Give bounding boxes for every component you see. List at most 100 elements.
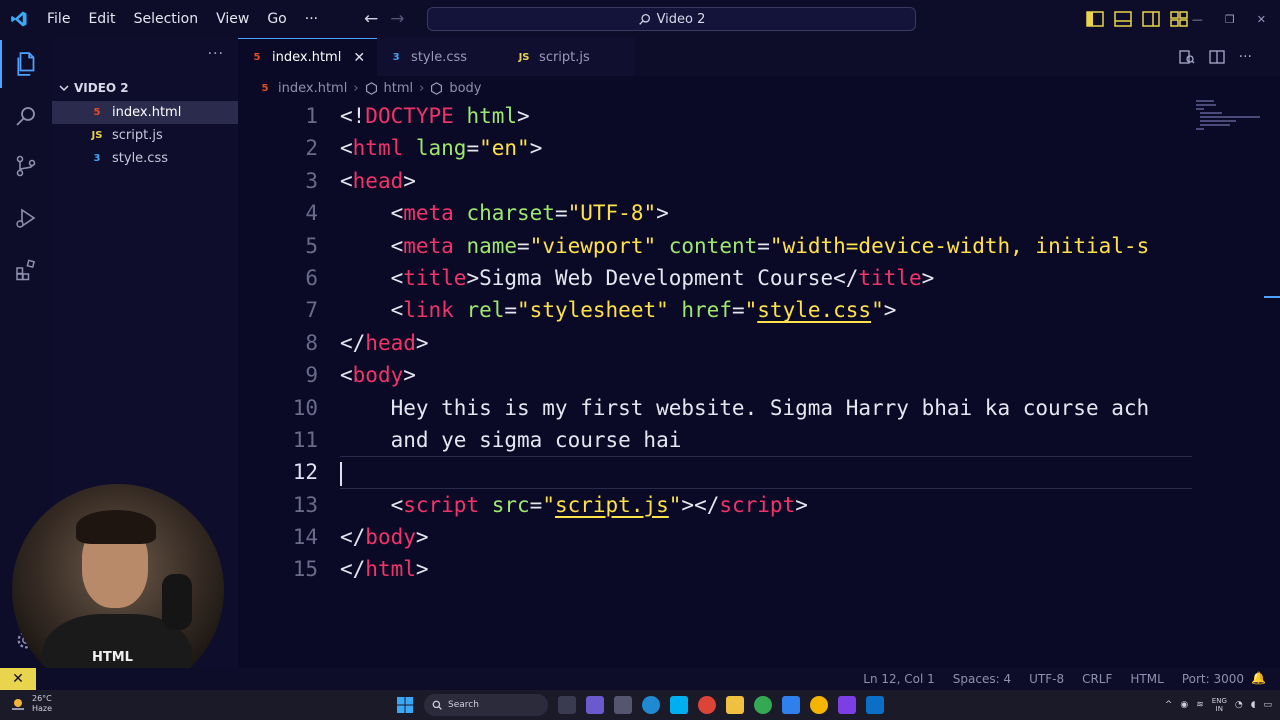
weather-widget[interactable]: 26°C Haze xyxy=(10,694,52,714)
maximize-button[interactable]: ❐ xyxy=(1225,13,1235,26)
toggle-panel-icon[interactable] xyxy=(1114,11,1132,27)
vscode-logo-icon xyxy=(0,0,38,38)
webcam-microphone xyxy=(162,574,192,630)
wifi-icon[interactable]: ≋ xyxy=(1196,700,1204,710)
windows-start-icon[interactable] xyxy=(396,696,414,714)
file-index-html[interactable]: 5 index.html xyxy=(52,101,238,124)
code-token: "width=device-width, initial-s xyxy=(769,233,1150,258)
language-mode[interactable]: HTML xyxy=(1130,672,1163,686)
breadcrumb-separator: › xyxy=(419,80,425,96)
code-line: <meta charset="UTF-8"> xyxy=(340,197,1192,229)
layout-controls xyxy=(1086,0,1188,38)
chrome-canary-icon[interactable] xyxy=(810,696,828,714)
notifications-bell-icon[interactable]: 🔔 xyxy=(1251,671,1266,685)
code-token: < xyxy=(340,363,353,388)
run-debug-activity[interactable] xyxy=(0,194,52,242)
code-line: </body> xyxy=(340,521,1192,553)
network-icon[interactable]: ◔ xyxy=(1235,700,1243,710)
windows-taskbar: 26°C Haze Search ^ ◉ ≋ ENG IN ◔ ◖ ▭ xyxy=(0,690,1280,720)
folder-video-2[interactable]: VIDEO 2 xyxy=(52,78,238,98)
explorer-more-actions[interactable]: ··· xyxy=(208,46,224,62)
code-link-script-js[interactable]: script.js xyxy=(555,493,669,517)
menu-view[interactable]: View xyxy=(207,11,258,27)
chrome-icon[interactable] xyxy=(698,696,716,714)
code-editor[interactable]: 1 2 3 4 5 6 7 8 9 10 11 12 13 14 15 <!DO… xyxy=(238,100,1192,668)
file-encoding[interactable]: UTF-8 xyxy=(1029,672,1064,686)
status-right-items: Ln 12, Col 1 Spaces: 4 UTF-8 CRLF HTML P… xyxy=(863,668,1244,690)
code-link-style-css[interactable]: style.css xyxy=(757,298,871,322)
customize-layout-icon[interactable] xyxy=(1170,11,1188,27)
editor-more-actions[interactable]: ··· xyxy=(1239,49,1252,65)
file-style-css[interactable]: 3 style.css xyxy=(52,147,238,170)
indentation[interactable]: Spaces: 4 xyxy=(953,672,1011,686)
teams-icon[interactable] xyxy=(586,696,604,714)
battery-icon[interactable]: ▭ xyxy=(1263,700,1272,710)
line-number-gutter: 1 2 3 4 5 6 7 8 9 10 11 12 13 14 15 xyxy=(238,100,318,586)
minimap-line xyxy=(1200,124,1230,126)
html-file-icon: 5 xyxy=(93,107,101,118)
vscode-taskbar-icon[interactable] xyxy=(866,696,884,714)
end-of-line[interactable]: CRLF xyxy=(1082,672,1112,686)
todo-icon[interactable] xyxy=(782,696,800,714)
minimize-button[interactable]: — xyxy=(1192,13,1203,26)
menu-go[interactable]: Go xyxy=(258,11,295,27)
close-window-button[interactable]: ✕ xyxy=(1257,13,1266,26)
task-view-icon[interactable] xyxy=(558,696,576,714)
toggle-secondary-sidebar-icon[interactable] xyxy=(1142,11,1160,27)
file-explorer-icon[interactable] xyxy=(726,696,744,714)
code-token: body xyxy=(365,525,416,550)
input-language[interactable]: ENG IN xyxy=(1212,697,1227,713)
code-token: < xyxy=(340,168,353,193)
breadcrumb-file[interactable]: index.html xyxy=(278,81,347,96)
code-line: </head> xyxy=(340,327,1192,359)
line-number: 10 xyxy=(292,395,318,420)
breadcrumb-body[interactable]: body xyxy=(449,81,481,96)
code-token: head xyxy=(365,330,416,355)
menu-more[interactable]: ··· xyxy=(296,11,327,27)
region-code: IN xyxy=(1215,705,1223,713)
menu-file[interactable]: File xyxy=(38,11,79,27)
code-token: > xyxy=(529,136,543,161)
tray-chevron-up-icon[interactable]: ^ xyxy=(1165,700,1173,710)
close-tab-icon[interactable]: ✕ xyxy=(353,50,365,66)
remote-indicator-icon[interactable]: ✕ xyxy=(0,668,36,690)
source-control-activity[interactable] xyxy=(0,142,52,190)
code-token: </ xyxy=(340,525,366,550)
volume-icon[interactable]: ◖ xyxy=(1251,700,1256,710)
open-preview-icon[interactable] xyxy=(1178,49,1195,65)
skype-icon[interactable] xyxy=(670,696,688,714)
edge-icon[interactable] xyxy=(642,696,660,714)
code-line: <meta name="viewport" content="width=dev… xyxy=(340,230,1192,262)
breadcrumb-html[interactable]: html xyxy=(384,81,414,96)
line-number: 1 xyxy=(305,104,318,128)
explorer-activity[interactable] xyxy=(0,40,52,88)
command-center-search[interactable]: Video 2 xyxy=(427,7,916,31)
taskbar-search[interactable]: Search xyxy=(424,694,548,716)
taskbar-search-label: Search xyxy=(448,700,479,710)
file-script-js[interactable]: JS script.js xyxy=(52,124,238,147)
file-name: style.css xyxy=(112,151,168,166)
toggle-primary-sidebar-icon[interactable] xyxy=(1086,11,1104,27)
cursor-position[interactable]: Ln 12, Col 1 xyxy=(863,672,935,686)
code-token: head xyxy=(352,168,404,193)
split-editor-icon[interactable] xyxy=(1208,49,1225,65)
code-token: " xyxy=(542,492,555,517)
tab-script-js[interactable]: JS script.js xyxy=(505,38,636,76)
tab-label: script.js xyxy=(539,49,590,65)
chrome-profile-icon[interactable] xyxy=(754,696,772,714)
tab-style-css[interactable]: 3 style.css xyxy=(377,38,506,76)
minimap[interactable] xyxy=(1192,100,1268,668)
extensions-activity[interactable] xyxy=(0,246,52,294)
search-activity[interactable] xyxy=(0,92,52,140)
tray-app-icon[interactable]: ◉ xyxy=(1180,700,1188,710)
back-arrow-icon[interactable]: ← xyxy=(364,9,378,29)
live-server-port[interactable]: Port: 3000 xyxy=(1182,672,1244,686)
status-bar: ✕ Ln 12, Col 1 Spaces: 4 UTF-8 CRLF HTML… xyxy=(0,668,1280,690)
obs-icon[interactable] xyxy=(838,696,856,714)
line-number: 5 xyxy=(305,233,318,258)
tab-index-html[interactable]: 5 index.html ✕ xyxy=(238,38,378,76)
forward-arrow-icon[interactable]: → xyxy=(390,9,404,29)
settings-icon[interactable] xyxy=(614,696,632,714)
menu-edit[interactable]: Edit xyxy=(79,11,124,27)
menu-selection[interactable]: Selection xyxy=(125,11,208,27)
